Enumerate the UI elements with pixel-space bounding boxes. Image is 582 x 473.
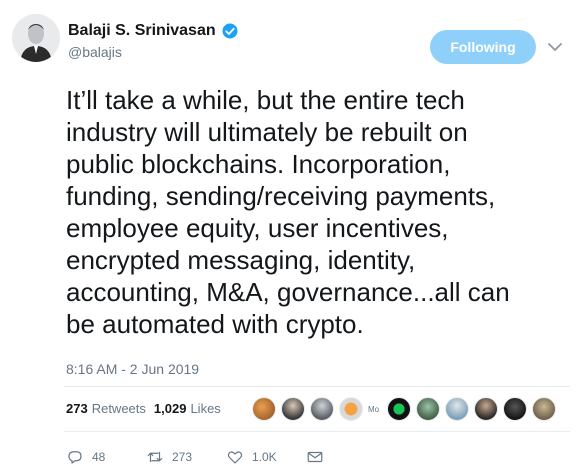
retweet-button[interactable]: 273 bbox=[146, 448, 198, 466]
reply-count: 48 bbox=[92, 450, 106, 464]
liker-avatar[interactable] bbox=[310, 397, 334, 421]
liker-avatar[interactable] bbox=[503, 397, 527, 421]
reply-button[interactable]: 48 bbox=[66, 448, 118, 466]
direct-message-button[interactable] bbox=[306, 448, 332, 466]
tweet-line: It’ll take a while, but the entire tech bbox=[66, 85, 465, 115]
like-count: 1.0K bbox=[252, 450, 277, 464]
tweet-line: funding, sending/receiving payments, bbox=[66, 181, 496, 211]
following-button[interactable]: Following bbox=[430, 30, 536, 64]
likes-label: Likes bbox=[190, 401, 221, 416]
reply-icon bbox=[68, 451, 82, 464]
liker-avatars: Mo bbox=[252, 397, 561, 421]
mail-icon bbox=[307, 451, 323, 463]
divider bbox=[64, 386, 570, 387]
tweet-line: be automated with crypto. bbox=[66, 309, 364, 339]
heart-icon bbox=[227, 451, 243, 464]
liker-avatar[interactable] bbox=[252, 397, 276, 421]
tweet-text: It’ll take a while, but the entire tech … bbox=[66, 84, 566, 340]
liker-avatar[interactable] bbox=[281, 397, 305, 421]
tweet-line: industry will ultimately be rebuilt on bbox=[66, 117, 468, 147]
author-block: Balaji S. Srinivasan @balajis bbox=[68, 22, 239, 60]
liker-avatar[interactable] bbox=[416, 397, 440, 421]
tweet-actions: 48 273 1.0K bbox=[66, 448, 360, 466]
liker-avatar[interactable] bbox=[387, 397, 411, 421]
tweet-line: encrypted messaging, identity, bbox=[66, 245, 416, 275]
retweets-stat[interactable]: 273 Retweets bbox=[66, 401, 146, 416]
verified-badge-icon bbox=[222, 23, 238, 39]
likes-stat[interactable]: 1,029 Likes bbox=[154, 401, 221, 416]
liker-avatar[interactable] bbox=[474, 397, 498, 421]
retweets-label: Retweets bbox=[91, 401, 146, 416]
divider bbox=[64, 431, 570, 432]
retweets-count: 273 bbox=[66, 401, 88, 416]
liker-avatar[interactable] bbox=[532, 397, 556, 421]
like-button[interactable]: 1.0K bbox=[226, 448, 278, 466]
tweet-timestamp[interactable]: 8:16 AM - 2 Jun 2019 bbox=[66, 361, 199, 377]
retweet-count: 273 bbox=[172, 450, 193, 464]
chevron-down-icon[interactable] bbox=[546, 38, 564, 56]
avatar[interactable] bbox=[12, 14, 60, 62]
retweet-icon bbox=[147, 451, 163, 463]
liker-avatar-text[interactable]: Mo bbox=[368, 405, 382, 414]
tweet-line: employee equity, user incentives, bbox=[66, 213, 449, 243]
author-handle[interactable]: @balajis bbox=[68, 44, 239, 60]
author-display-name[interactable]: Balaji S. Srinivasan bbox=[68, 22, 216, 40]
tweet-line: public blockchains. Incorporation, bbox=[66, 149, 451, 179]
liker-avatar[interactable] bbox=[445, 397, 469, 421]
tweet-stats: 273 Retweets 1,029 Likes bbox=[66, 401, 229, 416]
likes-count: 1,029 bbox=[153, 401, 187, 416]
tweet-line: accounting, M&A, governance...all can bbox=[66, 277, 510, 307]
tweet-card: Balaji S. Srinivasan @balajis Following … bbox=[0, 0, 582, 473]
liker-avatar[interactable] bbox=[339, 397, 363, 421]
